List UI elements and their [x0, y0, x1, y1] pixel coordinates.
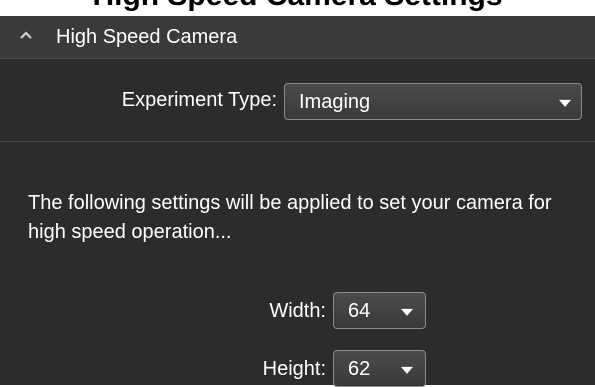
width-value: 64 — [348, 299, 371, 322]
divider — [0, 141, 595, 142]
height-label: Height: — [262, 358, 326, 380]
high-speed-camera-panel: High Speed Camera Experiment Type: Imagi… — [0, 16, 595, 387]
experiment-type-dropdown[interactable]: Imaging — [284, 83, 582, 120]
height-value: 62 — [348, 357, 371, 380]
experiment-type-value: Imaging — [299, 90, 371, 113]
height-dropdown[interactable]: 62 — [333, 350, 426, 387]
dropdown-arrow-icon — [401, 366, 413, 374]
page-heading: High Speed Camera Settings — [0, 0, 595, 11]
width-dropdown[interactable]: 64 — [333, 292, 426, 329]
experiment-type-label: Experiment Type: — [121, 89, 277, 111]
dropdown-arrow-icon — [401, 308, 413, 316]
section-header[interactable]: High Speed Camera — [0, 16, 595, 59]
width-label: Width: — [269, 300, 326, 322]
section-title: High Speed Camera — [56, 26, 238, 48]
dropdown-arrow-icon — [559, 99, 571, 107]
settings-description: The following settings will be applied t… — [28, 192, 552, 243]
chevron-up-icon[interactable] — [18, 28, 34, 42]
